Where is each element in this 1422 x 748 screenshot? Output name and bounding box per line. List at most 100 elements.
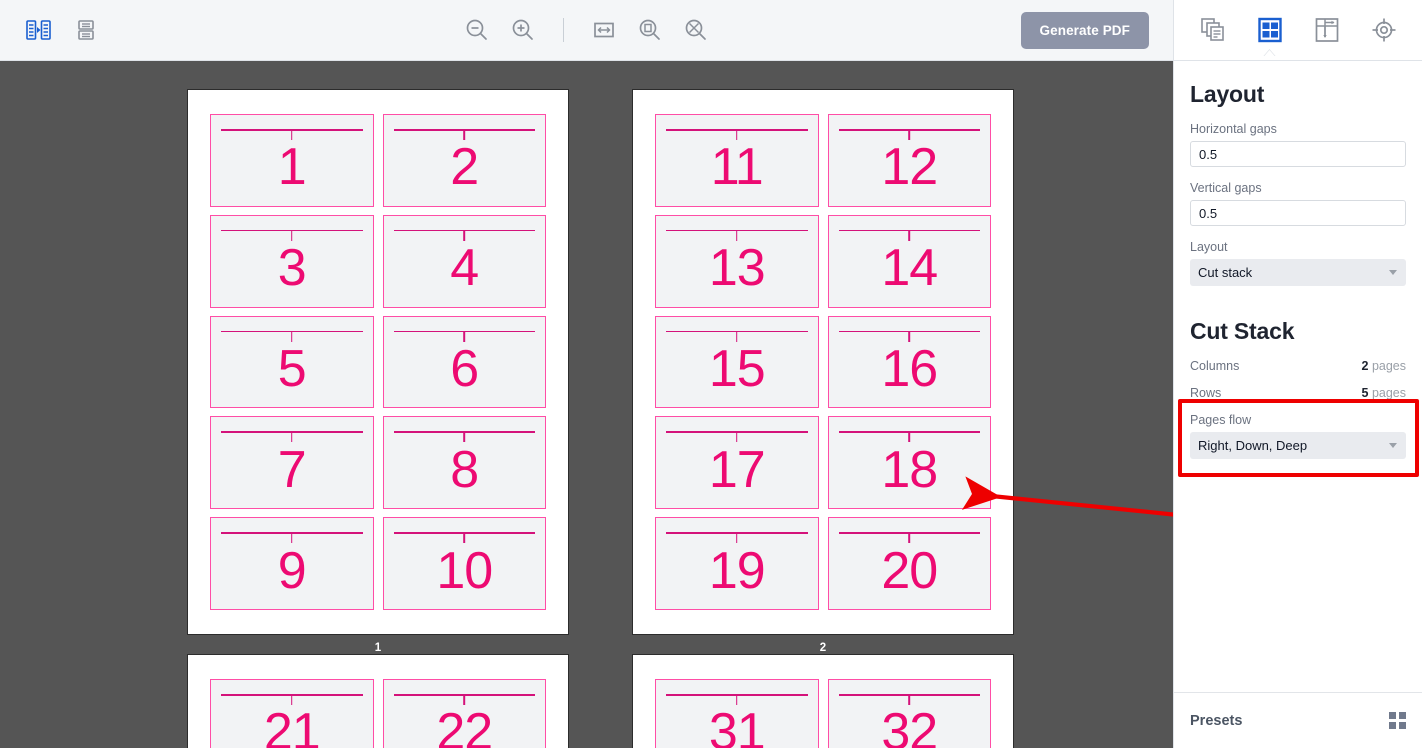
- fold-tick-icon: [290, 694, 293, 705]
- page-cell[interactable]: 20: [827, 517, 991, 610]
- pages-flow-select[interactable]: Right, Down, Deep: [1190, 432, 1406, 459]
- page-cell[interactable]: 6: [382, 315, 546, 409]
- reset-zoom-icon[interactable]: [680, 14, 712, 46]
- panel-body: Layout Horizontal gaps Vertical gaps Lay…: [1174, 61, 1422, 692]
- sheet-preview[interactable]: 21222324252627282930: [187, 654, 569, 748]
- fold-tick-icon: [908, 229, 911, 241]
- presets-label: Presets: [1190, 712, 1243, 729]
- compare-pages-icon[interactable]: [22, 14, 54, 46]
- page-cell[interactable]: 17: [655, 416, 819, 510]
- columns-value: 2: [1361, 359, 1369, 373]
- page-cell[interactable]: 16: [827, 315, 991, 409]
- page-cell[interactable]: 3: [210, 214, 374, 308]
- fold-tick-icon: [908, 330, 911, 342]
- fold-tick-icon: [290, 431, 293, 443]
- horizontal-gaps-input[interactable]: [1190, 141, 1406, 167]
- toolbar-right-group: Generate PDF: [1020, 11, 1173, 49]
- zoom-out-icon[interactable]: [461, 14, 493, 46]
- fit-page-icon[interactable]: [634, 14, 666, 46]
- page-number: 9: [277, 541, 307, 600]
- fold-tick-icon: [735, 532, 738, 544]
- page-cell[interactable]: 14: [827, 214, 991, 308]
- fold-tick-icon: [735, 694, 738, 705]
- page-number: 10: [436, 541, 493, 600]
- page-cell[interactable]: 8: [382, 416, 546, 510]
- fit-width-icon[interactable]: [588, 14, 620, 46]
- columns-unit: pages: [1371, 359, 1406, 373]
- layout-select-label: Layout: [1190, 240, 1228, 254]
- rows-value: 5: [1361, 386, 1369, 400]
- page-cell[interactable]: 15: [655, 315, 819, 409]
- page-cell[interactable]: 1: [210, 114, 374, 207]
- generate-pdf-button[interactable]: Generate PDF: [1020, 11, 1149, 49]
- page-number: 7: [277, 440, 307, 499]
- save-stack-icon[interactable]: [70, 14, 102, 46]
- page-cell[interactable]: 12: [827, 114, 991, 207]
- sheet-label: 1: [374, 642, 382, 654]
- page-cell[interactable]: 31: [655, 679, 819, 748]
- page-cell[interactable]: 9: [210, 517, 374, 610]
- page-cell[interactable]: 5: [210, 315, 374, 409]
- pages-flow-value: Right, Down, Deep: [1198, 438, 1308, 453]
- sheet-grid: 1234567891011112131415161718192022122232…: [0, 61, 1173, 748]
- page-cell[interactable]: 4: [382, 214, 546, 308]
- fold-tick-icon: [908, 694, 911, 705]
- columns-label: Columns: [1190, 359, 1240, 373]
- page-cell[interactable]: 2: [382, 114, 546, 207]
- page-cell[interactable]: 32: [827, 679, 991, 748]
- rows-unit: pages: [1371, 386, 1406, 400]
- layout-select[interactable]: Cut stack: [1190, 259, 1406, 286]
- cut-stack-heading: Cut Stack: [1190, 318, 1295, 344]
- app-root: Generate PDF 1 2 3 4 5 6 7 8 9 10 1 11 12 13 14 15 16 17 1…: [0, 0, 1422, 748]
- tab-flow[interactable]: [1307, 10, 1347, 50]
- fold-tick-icon: [463, 532, 466, 544]
- toolbar-divider: [563, 18, 564, 42]
- page-cell[interactable]: 13: [655, 214, 819, 308]
- page-cell[interactable]: 19: [655, 517, 819, 610]
- page-cell[interactable]: 10: [382, 517, 546, 610]
- tab-layout[interactable]: [1250, 10, 1290, 57]
- tab-pages[interactable]: [1193, 10, 1233, 50]
- page-number: 4: [450, 239, 479, 298]
- panel-tab-bar: [1174, 0, 1422, 61]
- sheet-preview[interactable]: 31323334353637383940: [632, 654, 1014, 748]
- sheet-slot: 1 2 3 4 5 6 7 8 9 10 1: [171, 89, 585, 654]
- vertical-gaps-input[interactable]: [1190, 200, 1406, 226]
- main-area: Generate PDF 1 2 3 4 5 6 7 8 9 10 1 11 12 13 14 15 16 17 1…: [0, 0, 1173, 748]
- preview-canvas[interactable]: 1234567891011112131415161718192022122232…: [0, 61, 1173, 748]
- vertical-gaps-label: Vertical gaps: [1190, 181, 1262, 195]
- columns-row: Columns 2 pages: [1190, 359, 1406, 373]
- page-number: 5: [277, 339, 307, 398]
- pages-flow-group: Pages flow Right, Down, Deep: [1190, 413, 1406, 459]
- sheet-preview[interactable]: 11 12 13 14 15 16 17 18 19 20: [632, 89, 1014, 635]
- pages-flow-label: Pages flow: [1190, 413, 1252, 427]
- fold-tick-icon: [290, 129, 293, 140]
- page-number: 31: [708, 703, 766, 748]
- page-cell[interactable]: 7: [210, 416, 374, 510]
- page-cell[interactable]: 18: [827, 416, 991, 510]
- sheet-preview[interactable]: 1 2 3 4 5 6 7 8 9 10: [187, 89, 569, 635]
- page-number: 19: [708, 541, 766, 600]
- page-number: 20: [881, 541, 938, 600]
- rows-label: Rows: [1190, 386, 1222, 400]
- page-number: 21: [263, 703, 321, 748]
- fold-tick-icon: [735, 330, 738, 342]
- page-cell[interactable]: 22: [382, 679, 546, 748]
- rows-row: Rows 5 pages: [1190, 386, 1406, 400]
- tab-marks[interactable]: [1364, 10, 1404, 50]
- zoom-in-icon[interactable]: [507, 14, 539, 46]
- page-cell[interactable]: 21: [210, 679, 374, 748]
- page-number: 6: [450, 339, 479, 398]
- fold-tick-icon: [463, 694, 466, 705]
- presets-grid-icon[interactable]: [1389, 712, 1406, 729]
- page-number: 12: [881, 138, 938, 197]
- top-toolbar: Generate PDF: [0, 0, 1173, 61]
- page-number: 18: [881, 440, 938, 499]
- fold-tick-icon: [290, 229, 293, 241]
- fold-tick-icon: [908, 129, 911, 140]
- rows-value-group: 5 pages: [1362, 386, 1407, 400]
- active-tab-notch: [1263, 49, 1276, 57]
- page-cell[interactable]: 11: [655, 114, 819, 207]
- fold-tick-icon: [463, 229, 466, 241]
- page-number: 2: [450, 138, 479, 197]
